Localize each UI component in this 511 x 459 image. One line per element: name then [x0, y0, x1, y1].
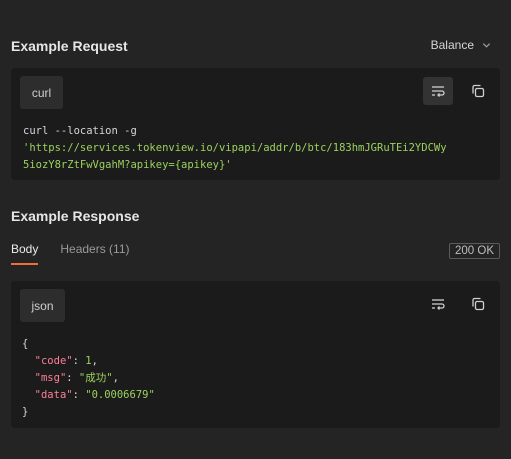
wrap-lines-icon: [432, 299, 445, 310]
request-code-card: curl curl --location -g 'https://services…: [11, 68, 500, 180]
code-line: 'https://services.tokenview.io/vipapi/ad…: [23, 142, 447, 154]
response-section-title: Example Response: [11, 208, 140, 224]
status-badge: 200 OK: [449, 243, 500, 259]
api-docs-panel: Example Request Balance curl curl --loca…: [0, 0, 511, 459]
copy-icon: [472, 84, 485, 98]
tab-headers[interactable]: Headers (11): [60, 242, 129, 265]
response-tabs: Body Headers (11): [11, 242, 130, 265]
json-line: "code": 1,: [34, 355, 98, 367]
copy-icon: [472, 297, 485, 311]
request-code-block: curl --location -g 'https://services.toke…: [23, 123, 447, 174]
wrap-lines-button[interactable]: [423, 290, 453, 318]
code-line: curl --location -g: [23, 125, 137, 137]
request-section-title: Example Request: [11, 38, 128, 54]
language-selector-label: Balance: [430, 38, 474, 52]
json-key: "msg": [34, 372, 67, 384]
json-value: "成功": [78, 372, 113, 384]
chevron-down-icon: [482, 42, 491, 48]
request-language-chip: curl: [20, 76, 63, 109]
copy-button[interactable]: [463, 290, 493, 318]
wrap-lines-button[interactable]: [423, 77, 453, 105]
json-close-brace: }: [22, 406, 29, 418]
json-value: "0.0006679": [85, 389, 155, 401]
code-line: 5iozY8rZtFwVgahM?apikey={apikey}': [23, 159, 232, 171]
json-key: "data": [34, 389, 73, 401]
response-language-chip: json: [20, 289, 65, 322]
json-line: "msg": "成功",: [34, 372, 119, 384]
json-open-brace: {: [22, 338, 29, 350]
response-code-card: json { "code": 1, "msg": "成功", "data": "…: [11, 281, 500, 428]
wrap-lines-icon: [432, 86, 445, 97]
copy-button[interactable]: [463, 77, 493, 105]
json-line: "data": "0.0006679": [34, 389, 155, 401]
json-key: "code": [34, 355, 73, 367]
response-code-block: { "code": 1, "msg": "成功", "data": "0.000…: [22, 336, 155, 421]
language-selector[interactable]: Balance: [431, 38, 491, 52]
tab-body[interactable]: Body: [11, 242, 39, 265]
